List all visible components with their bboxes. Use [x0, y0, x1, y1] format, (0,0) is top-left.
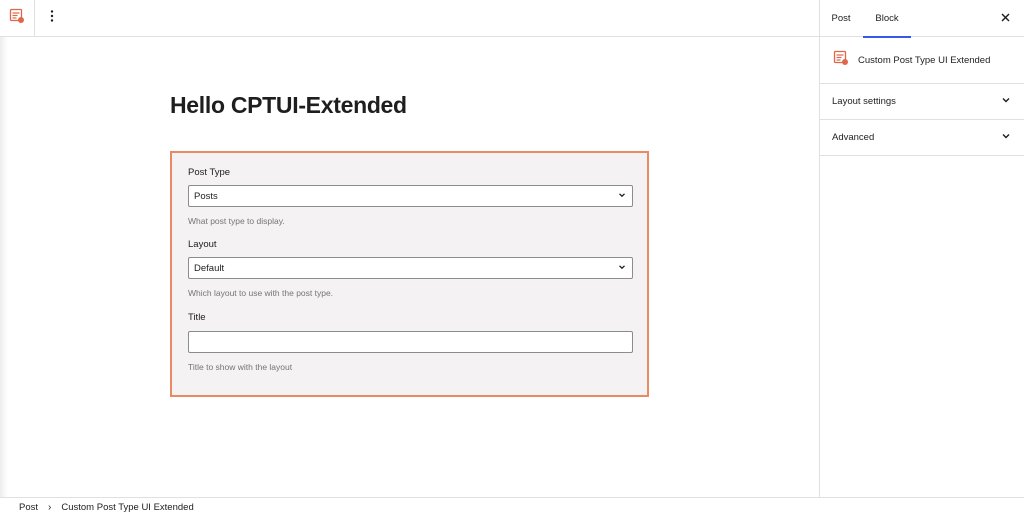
layout-help: Which layout to use with the post type. — [188, 288, 334, 298]
tab-block[interactable]: Block — [863, 0, 911, 38]
block-card: Custom Post Type UI Extended — [820, 37, 1024, 84]
custom-post-type-block-icon — [9, 8, 25, 29]
block-options-button[interactable] — [42, 8, 62, 28]
breadcrumb-item-post[interactable]: Post — [19, 502, 38, 513]
breadcrumb-item-block[interactable]: Custom Post Type UI Extended — [61, 502, 193, 513]
panel-label: Advanced — [832, 132, 875, 143]
chevron-down-icon — [617, 190, 627, 203]
settings-sidebar: Post Block Custom Post Type UI Extended … — [819, 0, 1024, 497]
close-icon — [1001, 9, 1010, 27]
editor-toolbar — [0, 0, 819, 37]
panel-label: Layout settings — [832, 96, 896, 107]
title-label: Title — [188, 312, 206, 323]
layout-label: Layout — [188, 239, 217, 250]
breadcrumb: Post › Custom Post Type UI Extended — [0, 497, 1024, 517]
editor-canvas: Hello CPTUI-Extended Post Type Posts Wha… — [0, 37, 819, 497]
vertical-ellipsis-icon — [50, 9, 54, 27]
post-type-help: What post type to display. — [188, 216, 285, 226]
block-card-title: Custom Post Type UI Extended — [858, 54, 991, 66]
chevron-down-icon — [1001, 131, 1011, 144]
sidebar-tabs: Post Block — [820, 0, 1024, 38]
chevron-down-icon — [1001, 95, 1011, 108]
custom-post-type-block-icon — [833, 50, 849, 71]
block-inserter-button[interactable] — [0, 0, 35, 37]
panel-advanced[interactable]: Advanced — [820, 120, 1024, 156]
layout-value: Default — [194, 262, 225, 274]
tab-post[interactable]: Post — [820, 0, 862, 37]
chevron-down-icon — [617, 262, 627, 275]
post-type-select[interactable]: Posts — [188, 185, 633, 207]
post-type-label: Post Type — [188, 167, 231, 178]
breadcrumb-separator: › — [48, 502, 52, 513]
post-title[interactable]: Hello CPTUI-Extended — [170, 92, 407, 119]
post-type-value: Posts — [194, 190, 218, 202]
title-input[interactable] — [188, 331, 633, 353]
close-sidebar-button[interactable] — [998, 11, 1012, 25]
cptui-extended-block[interactable]: Post Type Posts What post type to displa… — [170, 151, 649, 397]
panel-layout-settings[interactable]: Layout settings — [820, 84, 1024, 120]
layout-select[interactable]: Default — [188, 257, 633, 279]
title-help: Title to show with the layout — [188, 362, 293, 372]
